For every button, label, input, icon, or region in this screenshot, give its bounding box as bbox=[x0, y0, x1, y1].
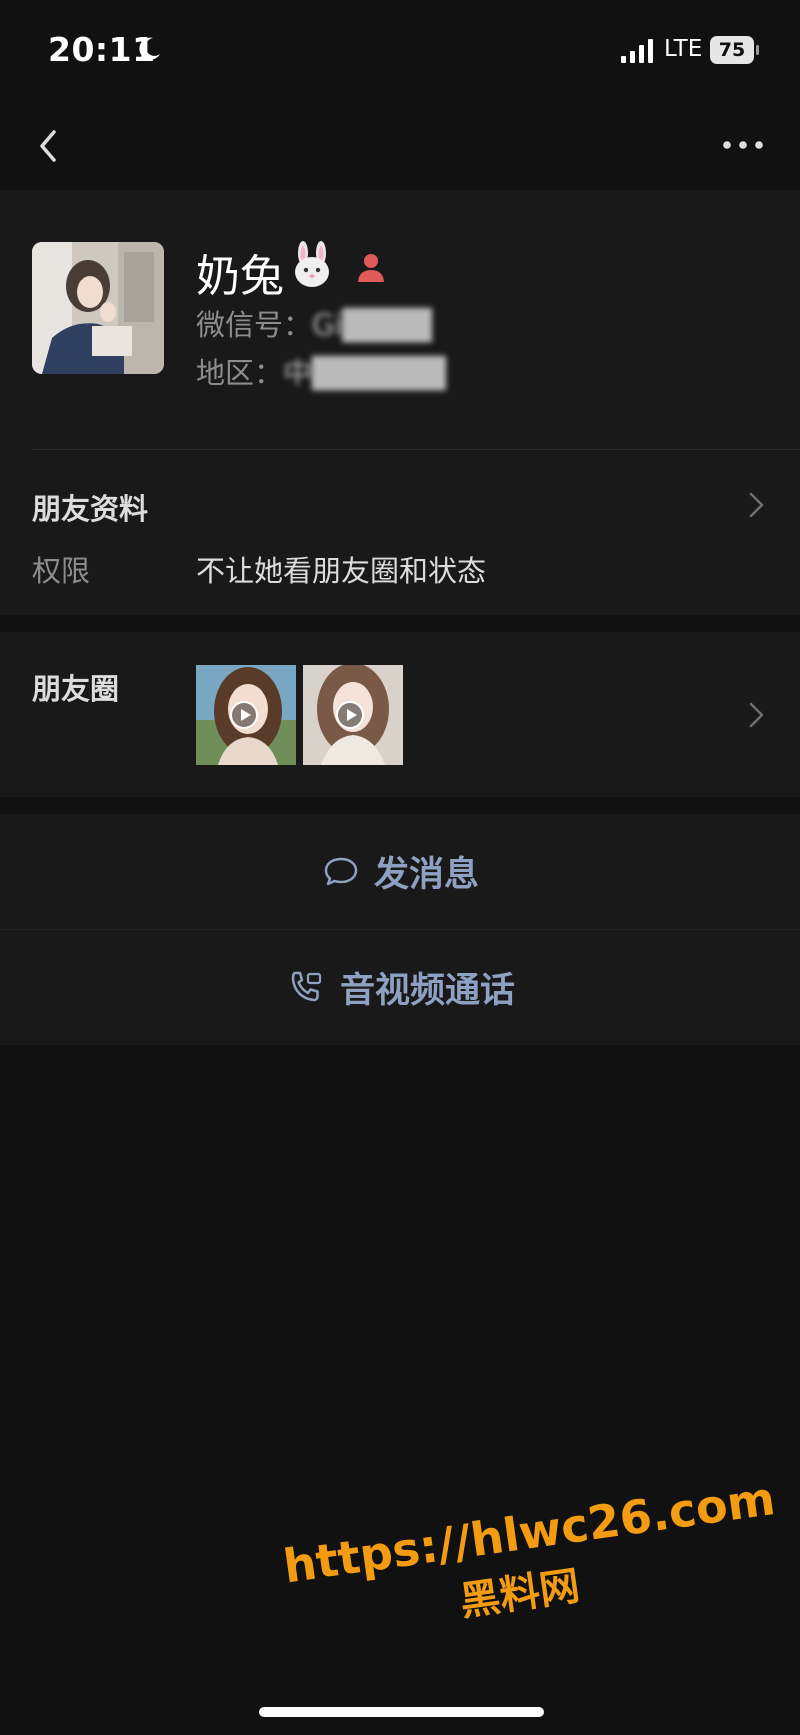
moments-title: 朋友圈 bbox=[32, 672, 120, 706]
battery-level: 75 bbox=[718, 39, 746, 61]
moments-thumbnail[interactable] bbox=[196, 665, 296, 765]
region-value: 中██████ bbox=[283, 356, 446, 390]
female-icon bbox=[358, 254, 384, 282]
network-type: LTE bbox=[664, 36, 703, 62]
permission-label: 权限 bbox=[32, 554, 91, 588]
wechat-id-row: 微信号：Gi████ bbox=[196, 302, 432, 344]
video-call-label: 音视频通话 bbox=[340, 971, 516, 1011]
status-bar: 20:11 LTE 75 bbox=[0, 0, 800, 100]
send-message-label: 发消息 bbox=[374, 855, 480, 895]
profile-header: 奶兔 微信号：Gi████ 地区：中██████ bbox=[0, 190, 800, 450]
chevron-left-icon[interactable] bbox=[30, 120, 70, 170]
avatar[interactable] bbox=[32, 242, 164, 374]
phone-icon bbox=[291, 971, 322, 1001]
friend-info-title: 朋友资料 bbox=[32, 492, 149, 526]
friend-info-section[interactable]: 朋友资料 权限 不让她看朋友圈和状态 bbox=[0, 450, 800, 615]
region-row: 地区：中██████ bbox=[196, 350, 446, 392]
rabbit-emoji-icon bbox=[295, 241, 329, 287]
wechat-id-label: 微信号： bbox=[196, 308, 313, 342]
chevron-right-icon bbox=[749, 702, 764, 728]
moon-icon bbox=[139, 37, 160, 60]
moments-section[interactable]: 朋友圈 bbox=[0, 632, 800, 797]
moments-thumbnail[interactable] bbox=[303, 665, 403, 765]
send-message-button[interactable]: 发消息 bbox=[0, 814, 800, 929]
chevron-right-icon bbox=[749, 492, 764, 518]
profile-name: 奶兔 bbox=[196, 251, 284, 302]
signal-icon bbox=[621, 39, 653, 63]
chat-bubble-icon bbox=[324, 857, 358, 885]
video-call-button[interactable]: 音视频通话 bbox=[0, 930, 800, 1045]
wechat-id-value: Gi████ bbox=[312, 308, 432, 342]
permission-value: 不让她看朋友圈和状态 bbox=[196, 554, 487, 588]
watermark: https://hlwc26.com 黑料网 bbox=[280, 1471, 778, 1651]
send-message-content: 发消息 bbox=[322, 814, 479, 929]
more-icon[interactable] bbox=[720, 125, 766, 165]
top-nav bbox=[0, 100, 800, 190]
home-indicator[interactable] bbox=[259, 1707, 544, 1717]
video-call-content: 音视频通话 bbox=[286, 930, 515, 1045]
region-label: 地区： bbox=[196, 356, 284, 390]
